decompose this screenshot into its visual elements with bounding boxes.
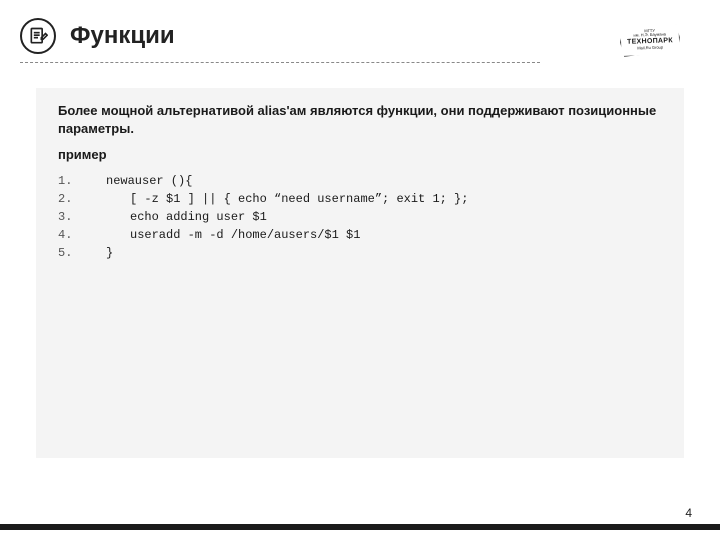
- line-number: 5.: [58, 244, 82, 262]
- brand-stamp: МГТУ им. Н.Э. Баумана ТЕХНОПАРК Mail.Ru …: [600, 14, 700, 66]
- code-line: 2.[ -z $1 ] || { echo “need username”; e…: [58, 190, 662, 208]
- code-text: echo adding user $1: [82, 208, 267, 226]
- code-text: [ -z $1 ] || { echo “need username”; exi…: [82, 190, 468, 208]
- code-text: newauser (){: [82, 172, 192, 190]
- code-line: 1.newauser (){: [58, 172, 662, 190]
- code-line: 4.useradd -m -d /home/ausers/$1 $1: [58, 226, 662, 244]
- example-heading: пример: [58, 147, 662, 162]
- line-number: 4.: [58, 226, 82, 244]
- slide-footer: 4: [0, 504, 720, 540]
- line-number: 1.: [58, 172, 82, 190]
- footer-bar: [0, 524, 720, 530]
- content-panel: Более мощной альтернативой alias'ам явля…: [36, 88, 684, 458]
- divider: [20, 62, 540, 64]
- code-line: 3.echo adding user $1: [58, 208, 662, 226]
- code-text: useradd -m -d /home/ausers/$1 $1: [82, 226, 360, 244]
- page-title: Функции: [70, 22, 175, 50]
- line-number: 3.: [58, 208, 82, 226]
- intro-text: Более мощной альтернативой alias'ам явля…: [58, 102, 662, 137]
- line-number: 2.: [58, 190, 82, 208]
- page-number: 4: [685, 506, 692, 520]
- notepad-icon: [20, 18, 56, 54]
- code-text: }: [82, 244, 113, 262]
- code-line: 5.}: [58, 244, 662, 262]
- code-block: 1.newauser (){2.[ -z $1 ] || { echo “nee…: [58, 172, 662, 262]
